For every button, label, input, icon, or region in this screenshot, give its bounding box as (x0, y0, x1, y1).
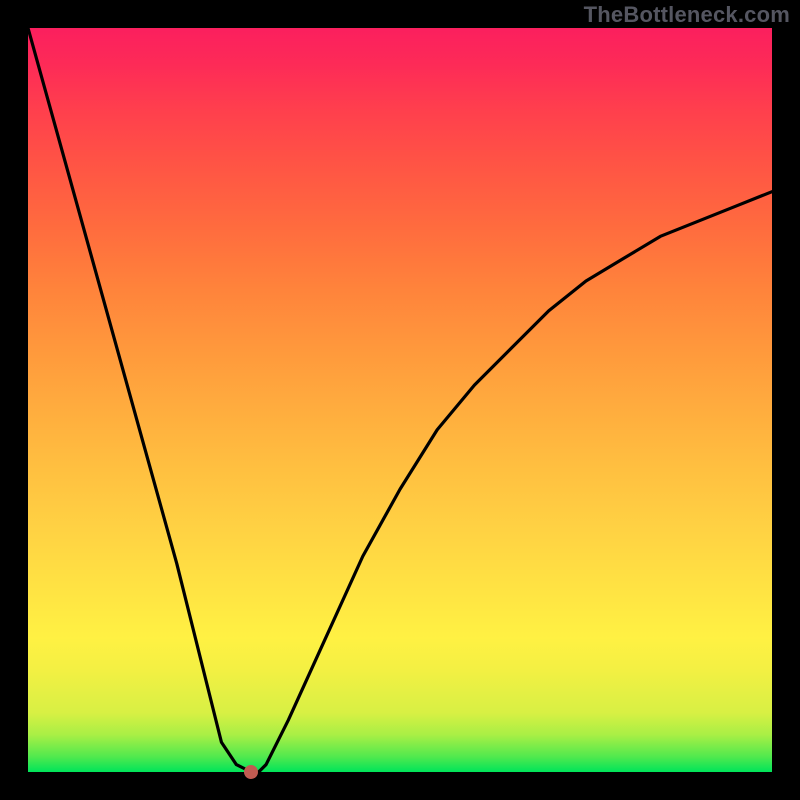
bottleneck-curve (28, 28, 772, 772)
attribution-text: TheBottleneck.com (584, 2, 790, 28)
chart-frame: TheBottleneck.com (0, 0, 800, 800)
curve-path (28, 28, 772, 772)
plot-area (28, 28, 772, 772)
optimum-marker (244, 765, 258, 779)
